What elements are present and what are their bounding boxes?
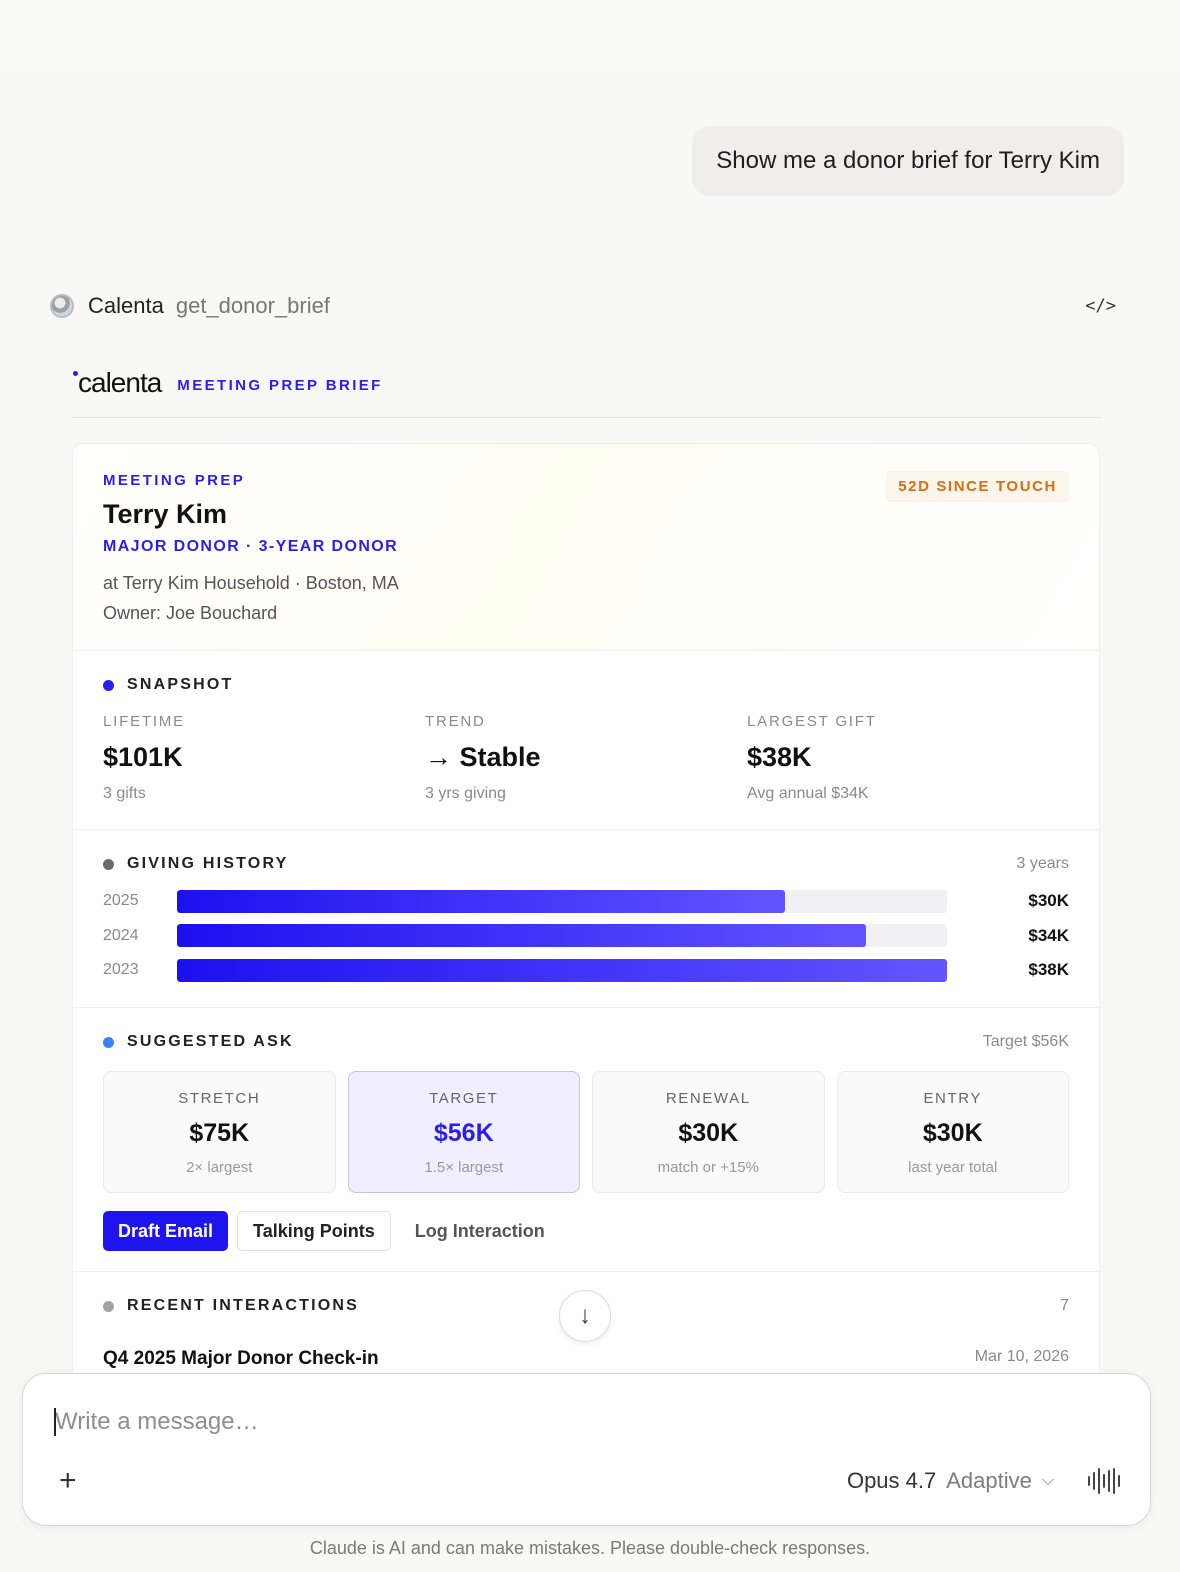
globe-icon bbox=[50, 294, 74, 318]
connector-name: Calenta bbox=[88, 293, 164, 318]
tier-stretch[interactable]: STRETCH $75K 2× largest bbox=[103, 1071, 336, 1193]
text-caret bbox=[54, 1408, 56, 1436]
tier-entry[interactable]: ENTRY $30K last year total bbox=[836, 1071, 1069, 1193]
model-name: Opus 4.7 bbox=[846, 1468, 937, 1493]
donor-owner: Owner: Joe Bouchard bbox=[103, 603, 278, 623]
brand-tagline: MEETING PREP BRIEF bbox=[177, 377, 383, 394]
voice-waveform-icon[interactable] bbox=[1088, 1468, 1120, 1494]
history-dot-icon bbox=[103, 858, 114, 870]
giving-history-bars: 2025 $30K 2024 $34K 2023 $38K bbox=[103, 884, 1069, 988]
tool-call-header[interactable]: Calenta get_donor_brief </> bbox=[50, 290, 1130, 322]
plus-icon[interactable]: + bbox=[59, 1466, 77, 1496]
history-bar-fill bbox=[177, 924, 866, 948]
user-message-bubble: Show me a donor brief for Terry Kim bbox=[692, 126, 1124, 196]
history-title: GIVING HISTORY bbox=[127, 855, 289, 872]
tool-function-name: get_donor_brief bbox=[175, 293, 330, 318]
donor-tier: MAJOR DONOR · 3-YEAR DONOR bbox=[103, 538, 399, 555]
snapshot-section: SNAPSHOT LIFETIME $101K 3 gifts TREND → … bbox=[73, 651, 1099, 830]
history-year: 2023 bbox=[103, 961, 139, 979]
ask-title: SUGGESTED ASK bbox=[127, 1033, 294, 1050]
code-icon[interactable]: </> bbox=[1085, 296, 1116, 316]
suggested-ask-section: SUGGESTED ASK Target $56K STRETCH $75K 2… bbox=[73, 1008, 1099, 1272]
history-span: 3 years bbox=[1016, 855, 1069, 872]
history-amount: $34K bbox=[1028, 925, 1069, 945]
tier-renewal[interactable]: RENEWAL $30K match or +15% bbox=[592, 1071, 825, 1193]
since-touch-badge: 52D SINCE TOUCH bbox=[886, 471, 1069, 502]
top-fade bbox=[0, 0, 1180, 100]
message-composer: + Opus 4.7 Adaptive ⌵ bbox=[22, 1373, 1151, 1526]
history-bar-track bbox=[177, 924, 947, 948]
history-amount: $30K bbox=[1028, 891, 1069, 911]
draft-email-button[interactable]: Draft Email bbox=[103, 1211, 229, 1251]
history-bar-row: 2024 $34K bbox=[103, 919, 1069, 954]
donor-hero: MEETING PREP Terry Kim MAJOR DONOR · 3-Y… bbox=[73, 444, 1099, 651]
model-mode: Adaptive bbox=[946, 1468, 1032, 1493]
talking-points-button[interactable]: Talking Points bbox=[237, 1211, 391, 1251]
message-input[interactable] bbox=[55, 1404, 1105, 1440]
history-bar-row: 2023 $38K bbox=[103, 953, 1069, 988]
disclaimer-text: Claude is AI and can make mistakes. Plea… bbox=[309, 1538, 871, 1558]
history-year: 2025 bbox=[103, 892, 139, 910]
interaction-title: Q4 2025 Major Donor Check-in bbox=[103, 1348, 379, 1369]
stat-lifetime: LIFETIME $101K 3 gifts bbox=[103, 713, 185, 802]
scroll-down-button[interactable]: ↓ bbox=[559, 1290, 611, 1342]
donor-household: at Terry Kim Household · Boston, MA bbox=[103, 573, 399, 593]
tier-target[interactable]: TARGET $56K 1.5× largest bbox=[347, 1071, 580, 1193]
history-year: 2024 bbox=[103, 926, 139, 944]
history-bar-track bbox=[177, 889, 947, 913]
history-bar-fill bbox=[177, 889, 785, 913]
ask-target-summary: Target $56K bbox=[982, 1033, 1069, 1050]
history-bar-fill bbox=[177, 958, 947, 982]
recent-dot-icon bbox=[103, 1300, 114, 1312]
chevron-down-icon: ⌵ bbox=[1041, 1472, 1054, 1489]
giving-history-section: GIVING HISTORY 3 years 2025 $30K 2024 $34K 2… bbox=[73, 830, 1099, 1008]
arrow-down-icon: ↓ bbox=[579, 1302, 591, 1329]
log-interaction-button[interactable]: Log Interaction bbox=[400, 1211, 560, 1251]
recent-title: RECENT INTERACTIONS bbox=[127, 1297, 360, 1314]
history-amount: $38K bbox=[1028, 960, 1069, 980]
calenta-logo: calenta bbox=[72, 364, 162, 402]
donor-name: Terry Kim bbox=[103, 499, 228, 529]
snapshot-dot-icon bbox=[103, 679, 114, 691]
stat-trend: TREND → Stable 3 yrs giving bbox=[425, 713, 541, 802]
interaction-item[interactable]: Q4 2025 Major Donor Check-in Mar 10, 202… bbox=[103, 1348, 1069, 1370]
interaction-date: Mar 10, 2026 bbox=[974, 1348, 1069, 1365]
stat-largest-gift: LARGEST GIFT $38K Avg annual $34K bbox=[747, 713, 877, 802]
recent-count: 7 bbox=[1060, 1297, 1069, 1314]
history-bar-row: 2025 $30K bbox=[103, 884, 1069, 919]
history-bar-track bbox=[177, 958, 947, 982]
snapshot-title: SNAPSHOT bbox=[127, 676, 234, 693]
ask-dot-icon bbox=[103, 1036, 114, 1048]
user-message-text: Show me a donor brief for Terry Kim bbox=[716, 147, 1100, 174]
brand-header: calenta MEETING PREP BRIEF bbox=[72, 364, 1102, 418]
model-selector[interactable]: Opus 4.7 Adaptive ⌵ bbox=[847, 1468, 1054, 1494]
